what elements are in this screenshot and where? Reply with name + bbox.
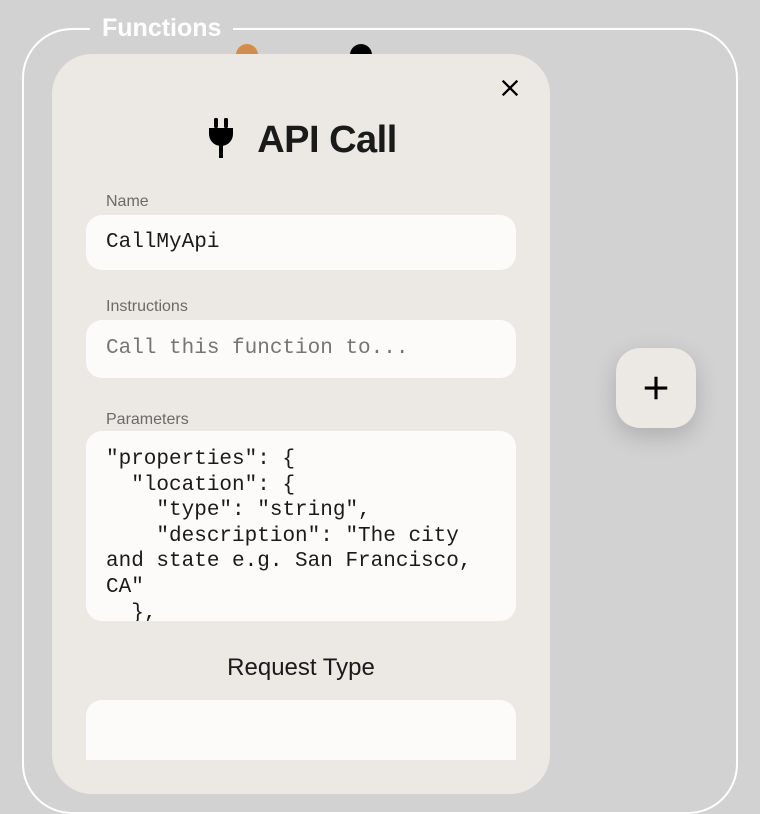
name-input[interactable] bbox=[86, 215, 516, 270]
close-icon bbox=[499, 77, 521, 99]
request-type-selector[interactable] bbox=[86, 700, 516, 760]
parameters-label: Parameters bbox=[86, 411, 516, 429]
api-call-modal: API Call Name Instructions Parameters Re… bbox=[52, 54, 550, 794]
name-field-group: Name bbox=[86, 193, 516, 270]
instructions-input[interactable] bbox=[86, 320, 516, 378]
parameters-input[interactable] bbox=[86, 431, 516, 621]
modal-header: API Call bbox=[86, 118, 516, 163]
plus-icon bbox=[641, 373, 671, 403]
plug-icon bbox=[205, 118, 237, 163]
name-label: Name bbox=[86, 193, 516, 211]
instructions-label: Instructions bbox=[86, 298, 516, 316]
instructions-field-group: Instructions bbox=[86, 298, 516, 383]
functions-frame-label: Functions bbox=[90, 14, 233, 43]
add-function-button[interactable] bbox=[616, 348, 696, 428]
parameters-field-group: Parameters bbox=[86, 411, 516, 626]
request-type-title: Request Type bbox=[86, 654, 516, 682]
close-button[interactable] bbox=[496, 74, 524, 102]
modal-title: API Call bbox=[257, 119, 397, 162]
